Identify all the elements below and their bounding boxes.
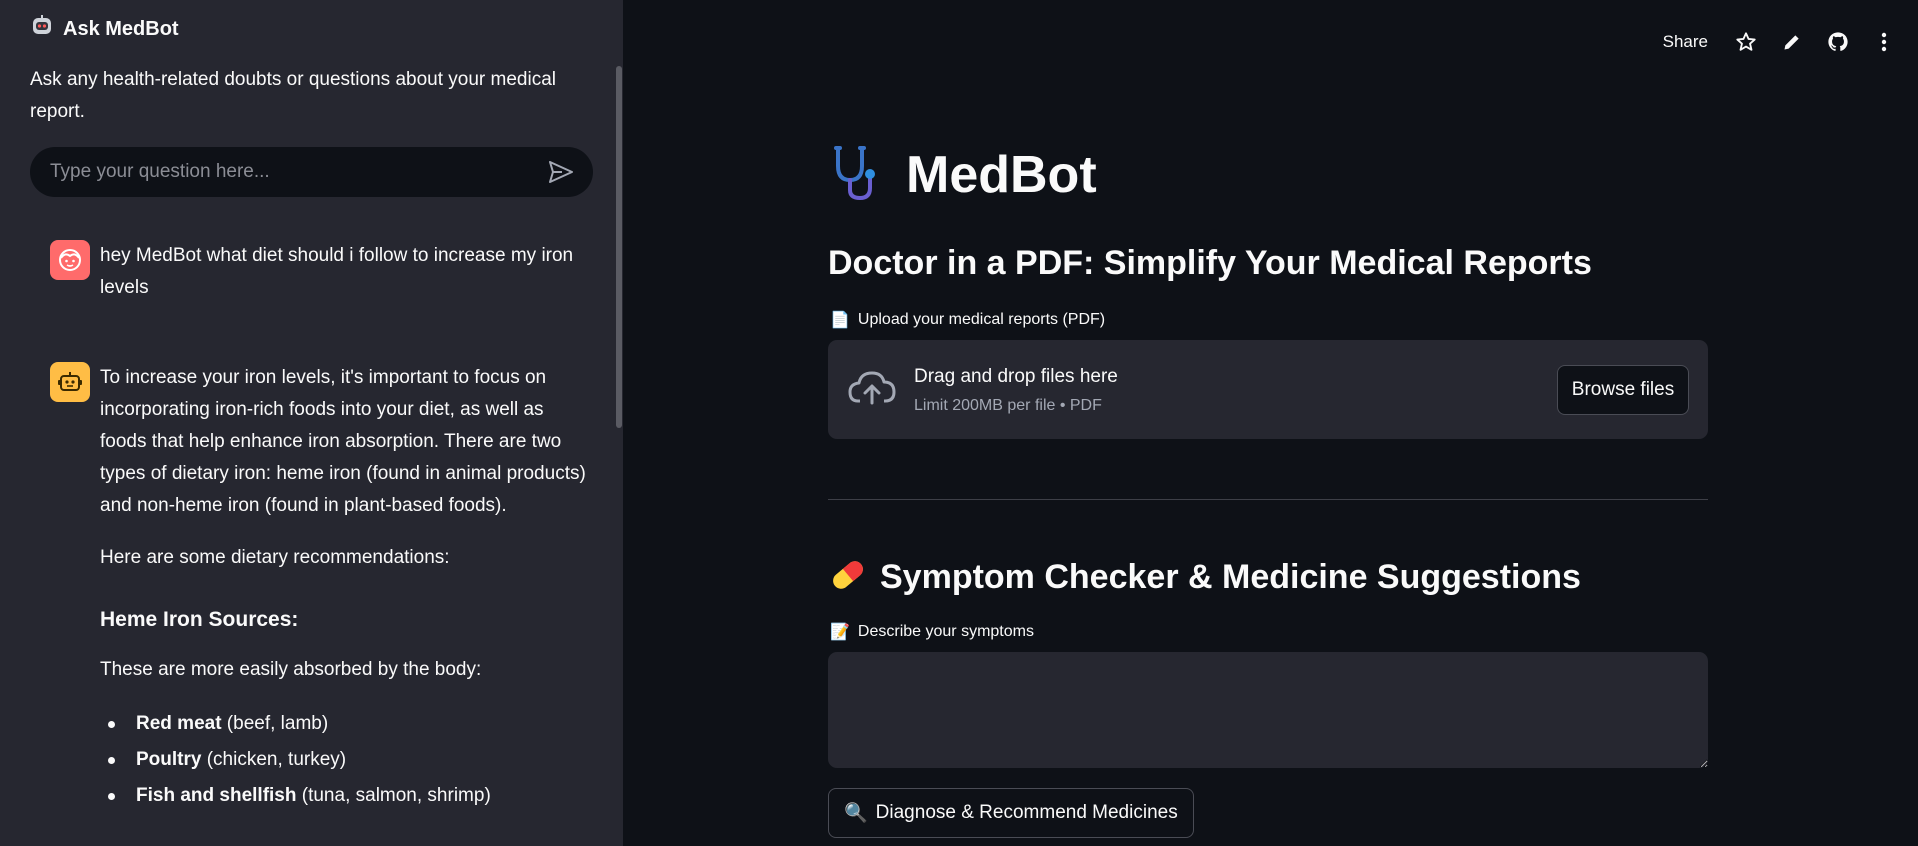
section-divider <box>828 499 1708 500</box>
bot-avatar-icon <box>50 362 90 402</box>
cloud-upload-icon <box>848 369 896 414</box>
symptom-section-title: Symptom Checker & Medicine Suggestions <box>880 557 1581 596</box>
list-item: Poultry (chicken, turkey) <box>100 742 590 778</box>
symptoms-label-text: Describe your symptoms <box>857 623 1034 640</box>
iron-source-list: Red meat (beef, lamb) Poultry (chicken, … <box>100 706 590 814</box>
top-toolbar: Share <box>1663 28 1896 56</box>
star-icon[interactable] <box>1734 30 1758 54</box>
diagnose-button[interactable]: 🔍 Diagnose & Recommend Medicines <box>828 788 1194 838</box>
more-vertical-icon[interactable] <box>1872 30 1896 54</box>
bot-message-body: To increase your iron levels, it's impor… <box>100 362 590 814</box>
file-dropzone[interactable]: Drag and drop files here Limit 200MB per… <box>828 340 1708 439</box>
user-avatar-icon <box>50 240 90 280</box>
symptom-section-header: Symptom Checker & Medicine Suggestions <box>828 554 1581 600</box>
app-title: MedBot <box>906 146 1097 204</box>
page-subtitle: Doctor in a PDF: Simplify Your Medical R… <box>828 244 1592 282</box>
sidebar-title: Ask MedBot <box>63 17 179 40</box>
share-button[interactable]: Share <box>1663 32 1708 52</box>
sidebar-scrollbar[interactable] <box>616 66 622 428</box>
chat-message-user: hey MedBot what diet should i follow to … <box>50 240 590 304</box>
bot-message-intro: To increase your iron levels, it's impor… <box>100 367 586 516</box>
sidebar: Ask MedBot Ask any health-related doubts… <box>0 0 623 846</box>
chat-input-container <box>30 147 593 197</box>
diagnose-button-label: Diagnose & Recommend Medicines <box>875 802 1178 823</box>
document-icon: 📄 <box>830 312 850 329</box>
sidebar-title-row: Ask MedBot <box>30 14 179 44</box>
bot-message-heading: Heme Iron Sources: <box>100 608 299 631</box>
send-icon[interactable] <box>547 158 575 186</box>
pill-icon <box>828 555 868 600</box>
chat-message-bot: To increase your iron levels, it's impor… <box>50 362 590 814</box>
memo-icon: 📝 <box>830 624 850 641</box>
stethoscope-icon <box>828 144 888 207</box>
question-input[interactable] <box>50 161 547 183</box>
browse-files-button[interactable]: Browse files <box>1557 365 1689 415</box>
pencil-icon[interactable] <box>1780 30 1804 54</box>
symptoms-textarea[interactable] <box>828 652 1708 768</box>
app-root: Ask MedBot Ask any health-related doubts… <box>0 0 1918 846</box>
robot-icon <box>30 14 54 44</box>
list-item: Red meat (beef, lamb) <box>100 706 590 742</box>
upload-label-text: Upload your medical reports (PDF) <box>857 311 1106 328</box>
upload-label: 📄 Upload your medical reports (PDF) <box>830 310 1105 330</box>
github-icon[interactable] <box>1826 30 1850 54</box>
bot-message-recommendations: Here are some dietary recommendations: <box>100 547 450 568</box>
user-message-text: hey MedBot what diet should i follow to … <box>100 245 574 298</box>
bot-message-heading-note: These are more easily absorbed by the bo… <box>100 659 482 680</box>
magnifier-icon: 🔍 <box>844 803 868 824</box>
symptoms-label: 📝 Describe your symptoms <box>830 622 1034 642</box>
app-title-row: MedBot <box>828 142 1097 208</box>
dropzone-title: Drag and drop files here <box>914 366 1118 387</box>
list-item: Fish and shellfish (tuna, salmon, shrimp… <box>100 778 590 814</box>
dropzone-limit: Limit 200MB per file • PDF <box>914 397 1102 414</box>
sidebar-description: Ask any health-related doubts or questio… <box>30 69 556 122</box>
